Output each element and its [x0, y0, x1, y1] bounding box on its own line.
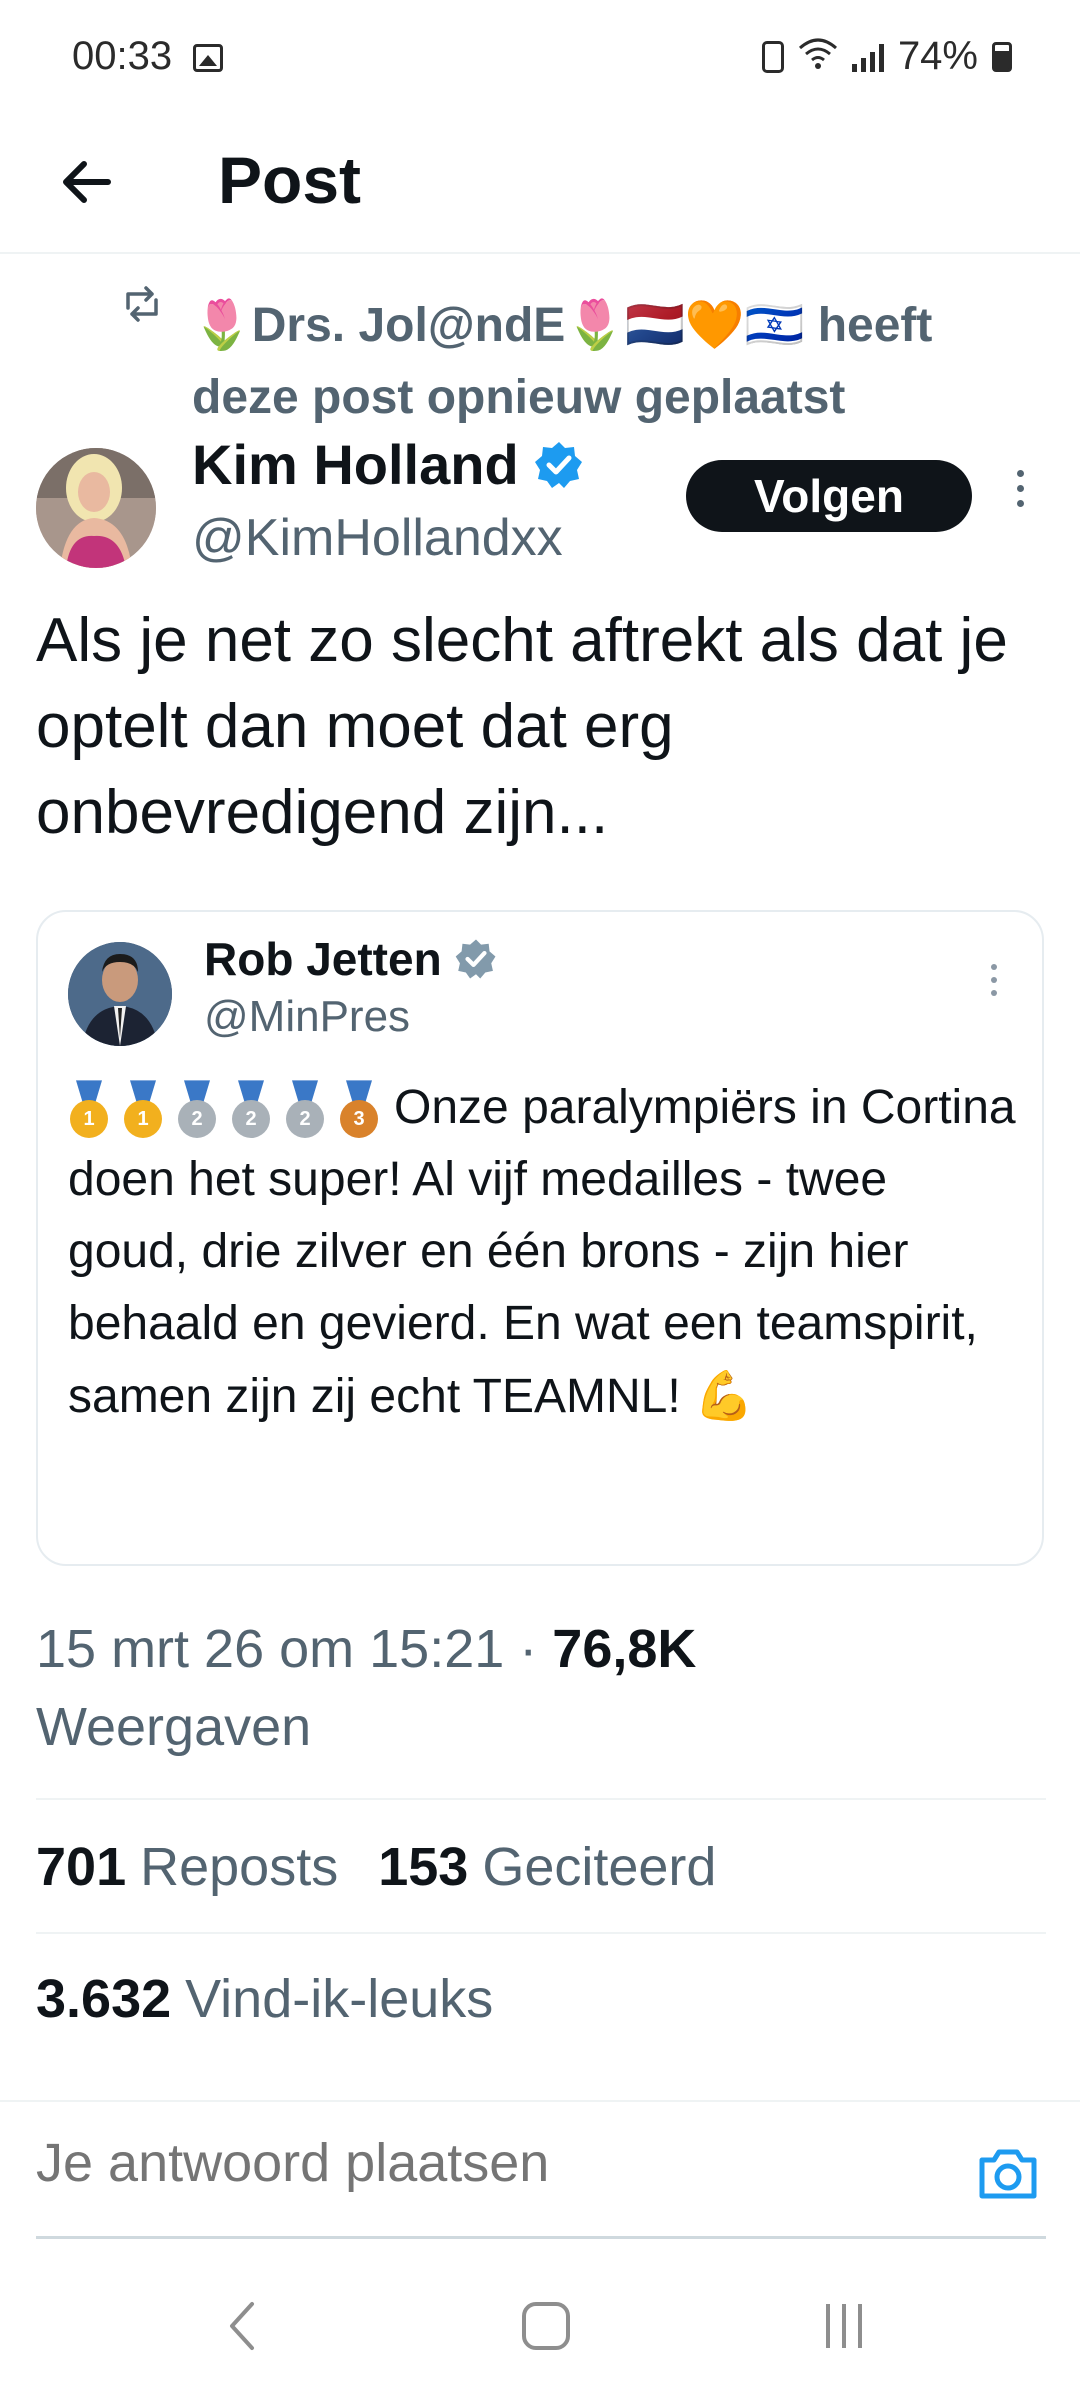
- likes-label: Vind-ik-leuks: [185, 1969, 494, 2029]
- system-navigation-bar: [0, 2250, 1080, 2400]
- system-recents-icon[interactable]: [826, 2304, 862, 2348]
- reply-input-underline: [36, 2236, 1046, 2239]
- meta-separator: ·: [519, 1619, 538, 1679]
- quoted-author-name[interactable]: Rob Jetten: [204, 932, 498, 986]
- status-bar: 00:33 74%: [0, 0, 1080, 118]
- author-handle[interactable]: @KimHollandxx: [192, 508, 563, 568]
- flexed-biceps-icon: 💪: [694, 1368, 754, 1424]
- author-display-name: Kim Holland: [192, 433, 519, 496]
- quoted-more-icon[interactable]: [984, 964, 1004, 1008]
- reply-input[interactable]: [36, 2132, 936, 2194]
- author-name[interactable]: Kim Holland: [192, 432, 585, 497]
- views-count: 76,8K: [552, 1619, 697, 1679]
- verified-badge-icon: [533, 439, 585, 491]
- repost-text: 🌷Drs. Jol@ndE🌷🇳🇱🧡🇮🇱 heeft deze post opni…: [192, 290, 1052, 434]
- wifi-icon: [798, 36, 838, 78]
- medal-icon: 1: [122, 1080, 164, 1140]
- top-app-bar: Post: [0, 118, 1080, 254]
- medal-place: 2: [178, 1100, 216, 1139]
- status-indicators: 74%: [761, 34, 1012, 79]
- views-label: Weergaven: [36, 1697, 312, 1757]
- medal-icon: 3: [338, 1080, 380, 1140]
- engagement-stats: 701 Reposts 153 Geciteerd: [36, 1836, 716, 1898]
- medal-place: 1: [70, 1100, 108, 1139]
- quotes-label: Geciteerd: [482, 1837, 717, 1897]
- medal-icon: 2: [176, 1080, 218, 1140]
- post-metadata: 15 mrt 26 om 15:21 · 76,8K Weergaven: [36, 1610, 1046, 1766]
- likes-count: 3.632: [36, 1969, 172, 2029]
- post-timestamp[interactable]: 15 mrt 26 om 15:21: [36, 1619, 504, 1679]
- government-verified-badge-icon: [454, 937, 498, 981]
- medal-place: 2: [286, 1100, 324, 1139]
- medal-icon: 1: [68, 1080, 110, 1140]
- battery-percentage: 74%: [897, 34, 978, 78]
- medals-emoji-row: 112223: [68, 1080, 380, 1140]
- reply-composer: [0, 2100, 1080, 2240]
- reposts-count: 701: [36, 1837, 127, 1897]
- gallery-notification-icon: [193, 44, 223, 72]
- quoted-author-handle[interactable]: @MinPres: [204, 992, 410, 1042]
- repost-icon: [122, 286, 162, 322]
- reposts-stat[interactable]: 701 Reposts: [36, 1836, 338, 1898]
- quotes-count: 153: [378, 1837, 469, 1897]
- reposts-label: Reposts: [140, 1837, 339, 1897]
- divider: [36, 1932, 1046, 1934]
- medal-place: 2: [232, 1100, 270, 1139]
- likes-stats: 3.632 Vind-ik-leuks: [36, 1968, 493, 2030]
- follow-button[interactable]: Volgen: [686, 460, 972, 532]
- likes-stat[interactable]: 3.632 Vind-ik-leuks: [36, 1968, 493, 2030]
- quoted-post-body: 1 1 2 2 2 3 Onze paralympiërs in Cortina doen …: [68, 1072, 1018, 1433]
- system-back-icon[interactable]: [222, 2298, 262, 2354]
- quoted-post-card[interactable]: Rob Jetten @MinPres 1 1 2 2 2 3 Onze paralympi…: [36, 910, 1044, 1566]
- battery-saver-icon: [761, 40, 784, 73]
- medal-icon: 2: [230, 1080, 272, 1140]
- battery-icon: [992, 41, 1012, 72]
- reposter-name[interactable]: 🌷Drs. Jol@ndE🌷🇳🇱🧡🇮🇱: [192, 299, 804, 352]
- signal-icon: [851, 42, 884, 72]
- status-time: 00:33: [72, 34, 173, 78]
- medal-place: 3: [340, 1100, 378, 1139]
- back-arrow-icon[interactable]: [52, 146, 124, 218]
- page-title: Post: [218, 143, 362, 217]
- quoted-display-name: Rob Jetten: [204, 933, 442, 985]
- medal-place: 1: [124, 1100, 162, 1139]
- quoted-author-avatar[interactable]: [68, 942, 172, 1046]
- author-avatar[interactable]: [36, 448, 156, 568]
- camera-icon[interactable]: [976, 2146, 1040, 2202]
- quotes-stat[interactable]: 153 Geciteerd: [378, 1836, 716, 1898]
- medal-icon: 2: [284, 1080, 326, 1140]
- divider: [36, 1798, 1046, 1800]
- system-home-icon[interactable]: [522, 2302, 570, 2350]
- post-body: Als je net zo slecht aftrekt als dat je …: [36, 606, 1008, 847]
- more-options-icon[interactable]: [1008, 470, 1032, 520]
